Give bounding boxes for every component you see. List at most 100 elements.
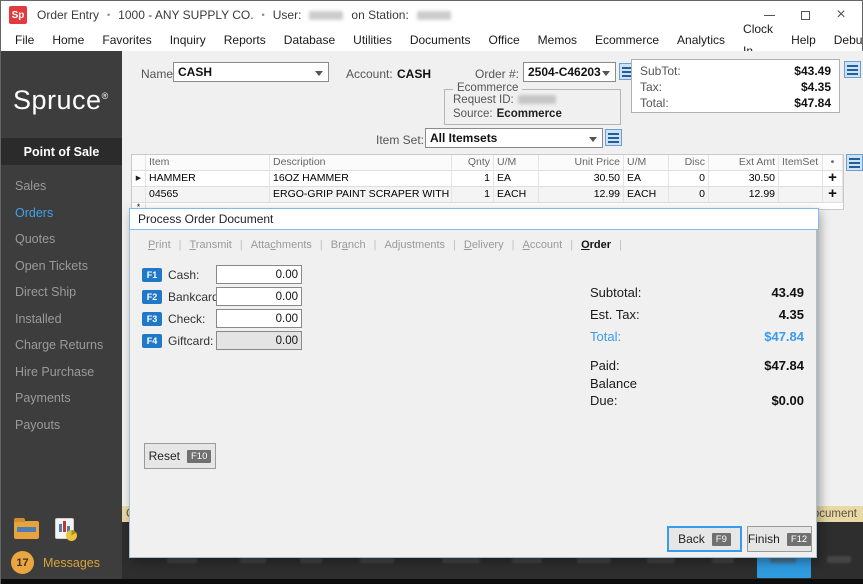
station-name-redacted [417, 11, 451, 20]
column-header-itemset: ItemSet [779, 155, 823, 170]
tab-branch[interactable]: Branch [329, 239, 368, 251]
f9-key-badge: F9 [712, 533, 731, 546]
sidebar-quick-icons [14, 518, 74, 539]
sidebar-item-open-tickets[interactable]: Open Tickets [1, 253, 122, 280]
report-chart-icon[interactable] [55, 518, 74, 539]
title-bar: Sp Order Entry • 1000 - ANY SUPPLY CO. •… [1, 1, 862, 29]
tab-transmit[interactable]: Transmit [187, 239, 233, 251]
tab-separator: | [512, 239, 515, 251]
name-combobox[interactable]: CASH [173, 62, 329, 82]
f4-key-badge: F4 [142, 334, 162, 348]
menu-office[interactable]: Office [480, 29, 529, 51]
add-row-icon[interactable]: + [823, 171, 843, 186]
column-header-item: Item [146, 155, 270, 170]
cell-item: HAMMER [146, 171, 270, 186]
cell-disc: 0 [669, 187, 709, 202]
table-header-row: ItemDescriptionQntyU/MUnit PriceU/MDiscE… [132, 155, 843, 171]
sidebar-nav: SalesOrdersQuotesOpen TicketsDirect Ship… [1, 173, 122, 438]
tab-attachments[interactable]: Attachments [249, 239, 314, 251]
sidebar-item-charge-returns[interactable]: Charge Returns [1, 332, 122, 359]
sidebar-item-hire-purchase[interactable]: Hire Purchase [1, 359, 122, 386]
folder-icon[interactable] [14, 521, 39, 539]
menu-home[interactable]: Home [43, 29, 93, 51]
user-name-redacted [309, 11, 343, 20]
cell-unit-price: 12.99 [539, 187, 624, 202]
grid-menu-icon[interactable] [846, 154, 863, 171]
maximize-button[interactable] [798, 8, 812, 22]
menu-documents[interactable]: Documents [401, 29, 480, 51]
cell-description: 16OZ HAMMER [270, 171, 452, 186]
sidebar: Spruce® Point of Sale SalesOrdersQuotesO… [1, 51, 122, 584]
row-marker: ▶ [132, 171, 146, 186]
tab-separator: | [179, 239, 182, 251]
menu-debug[interactable]: Debug [825, 29, 863, 51]
table-row[interactable]: ▶HAMMER16OZ HAMMER1EA30.50EA030.50+ [132, 171, 843, 187]
menu-database[interactable]: Database [275, 29, 344, 51]
tab-adjustments[interactable]: Adjustments [382, 239, 447, 251]
totals-row: Total:$47.84 [640, 95, 831, 111]
messages-item[interactable]: 17 Messages [11, 551, 100, 574]
cell-um: EACH [494, 187, 539, 202]
tab-order[interactable]: Order [579, 239, 613, 251]
sidebar-item-direct-ship[interactable]: Direct Ship [1, 279, 122, 306]
chevron-down-icon [589, 137, 597, 142]
menu-analytics[interactable]: Analytics [668, 29, 734, 51]
menu-file[interactable]: File [6, 29, 43, 51]
menu-help[interactable]: Help [782, 29, 825, 51]
tab-print[interactable]: Print [146, 239, 173, 251]
bankcard-amount-input[interactable] [216, 287, 302, 306]
cash-amount-input[interactable] [216, 265, 302, 284]
paid-label: Paid: [590, 358, 620, 373]
menu-reports[interactable]: Reports [215, 29, 275, 51]
itemset-label: Item Set: [376, 133, 424, 147]
tab-delivery[interactable]: Delivery [462, 239, 506, 251]
column-header-um: U/M [494, 155, 539, 170]
totals-menu-icon[interactable] [844, 61, 861, 78]
sidebar-item-sales[interactable]: Sales [1, 173, 122, 200]
menu-memos[interactable]: Memos [529, 29, 586, 51]
payment-label: Cash: [168, 268, 199, 282]
total-value: $47.84 [684, 329, 804, 344]
menu-ecommerce[interactable]: Ecommerce [586, 29, 668, 51]
sidebar-item-payouts[interactable]: Payouts [1, 412, 122, 439]
menu-favorites[interactable]: Favorites [93, 29, 160, 51]
menu-utilities[interactable]: Utilities [344, 29, 401, 51]
balance-due-value: $0.00 [684, 393, 804, 408]
cell-description: ERGO-GRIP PAINT SCRAPER WITH [270, 187, 452, 202]
app-window: Sp Order Entry • 1000 - ANY SUPPLY CO. •… [0, 0, 863, 584]
cell-itemset [779, 171, 823, 186]
cell-ext-amt: 30.50 [709, 171, 779, 186]
title-station-label: on Station: [351, 8, 408, 22]
sidebar-item-orders[interactable]: Orders [1, 200, 122, 227]
reset-button[interactable]: ResetF10 [144, 443, 216, 469]
source-row: Source:Ecommerce [453, 108, 562, 120]
tab-separator: | [240, 239, 243, 251]
totals-value: $4.35 [801, 79, 831, 95]
sidebar-item-payments[interactable]: Payments [1, 385, 122, 412]
itemset-combobox[interactable]: All Itemsets [425, 128, 603, 148]
check-amount-input[interactable] [216, 309, 302, 328]
order-items-table[interactable]: ItemDescriptionQntyU/MUnit PriceU/MDiscE… [131, 154, 844, 210]
finish-button[interactable]: FinishF12 [747, 526, 812, 552]
itemset-menu-icon[interactable] [605, 129, 622, 146]
tab-account[interactable]: Account [520, 239, 564, 251]
back-button[interactable]: BackF9 [667, 526, 742, 552]
cell-um: EA [494, 171, 539, 186]
messages-count-badge: 17 [11, 551, 34, 574]
totals-label: Total: [640, 95, 669, 111]
add-row-icon[interactable]: + [823, 187, 843, 202]
cell-unit-price: 30.50 [539, 171, 624, 186]
table-row[interactable]: 04565ERGO-GRIP PAINT SCRAPER WITH1EACH12… [132, 187, 843, 203]
sidebar-item-quotes[interactable]: Quotes [1, 226, 122, 253]
sidebar-item-installed[interactable]: Installed [1, 306, 122, 333]
order-number-combobox[interactable]: 2504-C46203 [523, 62, 616, 82]
cell-ext-amt: 12.99 [709, 187, 779, 202]
dialog-tabs: Print|Transmit|Attachments|Branch|Adjust… [146, 239, 628, 251]
cell-qnty: 1 [452, 171, 494, 186]
chevron-down-icon [602, 71, 610, 76]
f2-key-badge: F2 [142, 290, 162, 304]
column-header-: • [823, 155, 843, 170]
column-header-qnty: Qnty [452, 155, 494, 170]
menu-inquiry[interactable]: Inquiry [161, 29, 215, 51]
close-button[interactable]: × [834, 8, 848, 22]
